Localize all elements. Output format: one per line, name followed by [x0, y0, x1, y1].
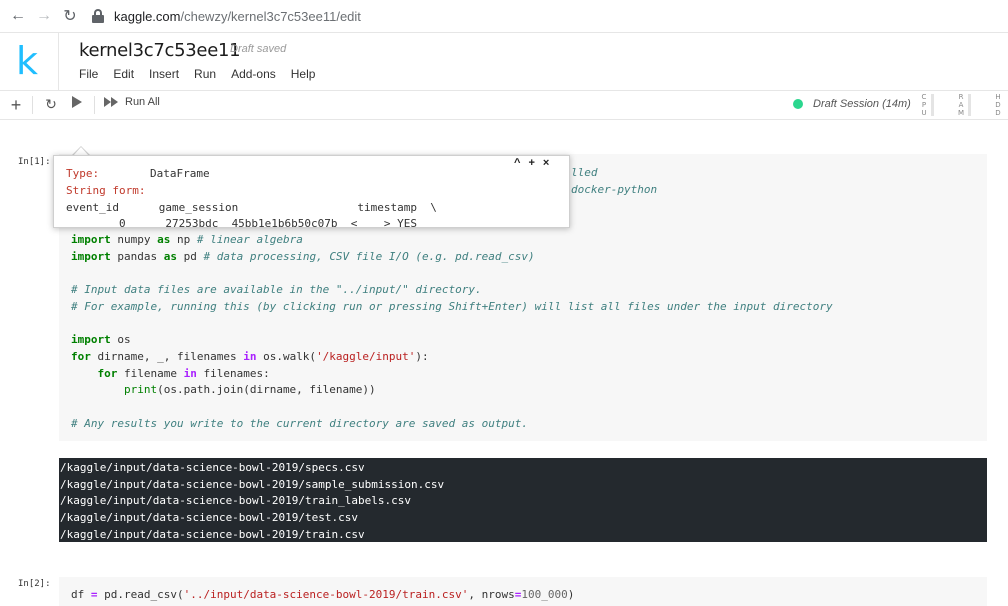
- tooltip-type-row: Type: DataFrame: [66, 167, 210, 180]
- browser-bar: ← → ↻ kaggle.com/chewzy/kernel3c7c53ee11…: [0, 0, 1008, 33]
- tooltip-controls: ^ + ×: [514, 157, 557, 169]
- menu-help[interactable]: Help: [291, 67, 316, 81]
- ram-meter-label: RAM: [958, 93, 965, 117]
- code-block: import numpy as np # linear algebra impo…: [71, 233, 833, 430]
- kaggle-logo[interactable]: k: [16, 39, 38, 83]
- add-cell-icon[interactable]: +: [8, 95, 24, 116]
- address-bar[interactable]: kaggle.com/chewzy/kernel3c7c53ee11/edit: [92, 5, 361, 27]
- ram-meter: RAM: [958, 93, 971, 117]
- url-host: kaggle.com: [114, 8, 181, 24]
- expand-tooltip-icon[interactable]: ^: [514, 157, 520, 169]
- kernel-header: k kernel3c7c53ee11 Draft saved File Edit…: [0, 33, 1008, 91]
- save-status: Draft saved: [230, 43, 287, 55]
- session-status-dot: [793, 99, 803, 109]
- kernel-title[interactable]: kernel3c7c53ee11: [79, 40, 241, 61]
- output-line: /kaggle/input/data-science-bowl-2019/sam…: [60, 477, 445, 491]
- back-arrow-icon[interactable]: ←: [5, 3, 31, 29]
- menu-bar: File Edit Insert Run Add-ons Help: [79, 67, 330, 81]
- reload-icon[interactable]: ↻: [57, 3, 83, 29]
- cpu-meter-bar: [931, 94, 934, 116]
- menu-file[interactable]: File: [79, 67, 98, 81]
- menu-insert[interactable]: Insert: [149, 67, 179, 81]
- code-line-partial: lled: [571, 166, 598, 179]
- header-divider: [58, 33, 59, 91]
- ram-meter-bar: [968, 94, 971, 116]
- pin-tooltip-icon[interactable]: +: [528, 157, 534, 169]
- cpu-meter: CPU: [921, 93, 934, 117]
- menu-run[interactable]: Run: [194, 67, 216, 81]
- toolbar-divider: [32, 96, 33, 114]
- code-block: df = pd.read_csv('../input/data-science-…: [71, 588, 575, 601]
- session-status[interactable]: Draft Session (14m): [793, 98, 911, 110]
- lock-icon: [92, 9, 104, 23]
- url-path: /chewzy/kernel3c7c53ee11/edit: [180, 8, 361, 24]
- close-tooltip-icon[interactable]: ×: [543, 157, 549, 169]
- output-line: /kaggle/input/data-science-bowl-2019/tra…: [60, 527, 365, 541]
- tooltip-row: event_id game_session timestamp \: [66, 201, 437, 214]
- session-label: Draft Session (14m): [813, 98, 911, 110]
- toolbar-divider: [94, 96, 95, 114]
- cpu-meter-label: CPU: [921, 93, 927, 117]
- tooltip-row: 0 27253bdc 45bb1e1b6b50c07b < > YES: [66, 217, 417, 228]
- run-all-button[interactable]: Run All: [104, 96, 160, 108]
- cell-prompt: In[2]:: [18, 579, 51, 589]
- menu-edit[interactable]: Edit: [113, 67, 134, 81]
- cell-output: /kaggle/input/data-science-bowl-2019/spe…: [59, 458, 987, 542]
- notebook-toolbar: + ↻ Run All Draft Session (14m) CPU RAM …: [0, 91, 1008, 120]
- tooltip-string-form-row: String form:: [66, 184, 146, 197]
- cell-prompt: In[1]:: [18, 157, 51, 167]
- output-line: /kaggle/input/data-science-bowl-2019/tra…: [60, 494, 411, 508]
- hdd-meter-label: HDD: [995, 93, 1001, 117]
- inspect-tooltip: ^ + × Type: DataFrame String form: event_…: [53, 155, 570, 228]
- code-cell[interactable]: df = pd.read_csv('../input/data-science-…: [59, 577, 987, 606]
- code-line-partial: docker-python: [571, 183, 658, 196]
- run-cell-icon[interactable]: [68, 96, 86, 108]
- output-line: /kaggle/input/data-science-bowl-2019/tes…: [60, 511, 359, 525]
- hdd-meter: HDD: [995, 93, 1001, 117]
- restart-icon[interactable]: ↻: [42, 96, 60, 113]
- menu-addons[interactable]: Add-ons: [231, 67, 276, 81]
- forward-arrow-icon[interactable]: →: [31, 3, 57, 29]
- fast-forward-icon: [104, 97, 118, 107]
- output-line: /kaggle/input/data-science-bowl-2019/spe…: [60, 461, 365, 474]
- run-all-label: Run All: [125, 96, 160, 108]
